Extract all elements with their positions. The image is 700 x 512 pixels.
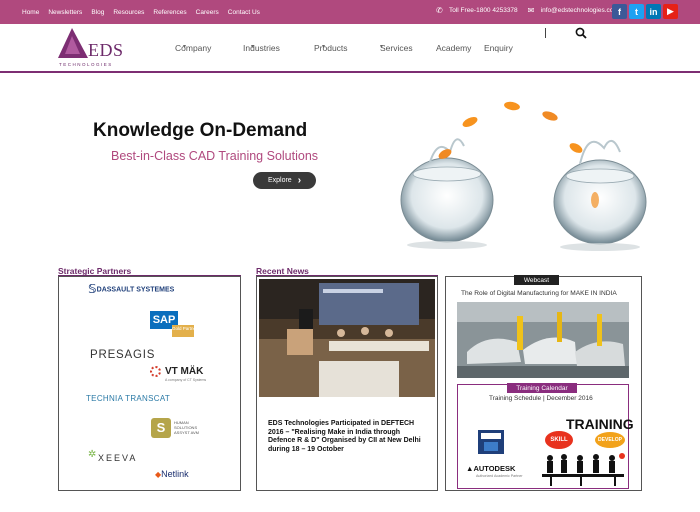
search-icon[interactable] — [575, 27, 587, 39]
partner-logo-xeeva[interactable]: ✲ XEEVA — [88, 449, 148, 467]
partner-logo-presagis[interactable]: PRESAGIS — [90, 349, 155, 361]
develop-bubble: DEVELOP — [595, 432, 625, 448]
facebook-icon[interactable]: f — [612, 4, 627, 19]
partner-logo-dassault[interactable]: 𝕊DASSAULT SYSTEMES — [88, 283, 174, 295]
chevron-right-icon: › — [297, 175, 302, 186]
twitter-icon[interactable]: t — [629, 4, 644, 19]
news-photo[interactable] — [259, 279, 435, 397]
top-link-careers[interactable]: Careers — [196, 9, 219, 16]
email-address[interactable]: info@edstechnologies.com — [541, 7, 619, 14]
contact-info: ✆ Toll Free-1800 4253378 ✉ info@edstechn… — [436, 6, 619, 15]
top-bar: Home Newsletters Blog Resources Referenc… — [0, 0, 700, 24]
mail-icon: ✉ — [527, 6, 535, 15]
news-headline[interactable]: EDS Technologies Participated in DEFTECH… — [268, 420, 428, 454]
phone-number[interactable]: Toll Free-1800 4253378 — [449, 7, 518, 14]
autodesk-subtitle: Authorized Academic Partner — [476, 474, 523, 478]
hero-subtitle: Best-in-Class CAD Training Solutions — [111, 149, 319, 163]
partner-logo-vtmak[interactable]: VT MÄK A company of CT Systems — [150, 366, 210, 386]
chevron-down-icon: ▾ — [183, 44, 187, 50]
nav-item-enquiry[interactable]: Enquiry — [484, 43, 513, 53]
top-link-blog[interactable]: Blog — [91, 9, 104, 16]
certification-badge-icon — [478, 430, 504, 454]
partner-logo-technia[interactable]: TECHNIA TRANSCAT — [86, 394, 170, 403]
training-word: TRAINING — [566, 416, 634, 432]
people-illustration — [540, 450, 627, 486]
explore-button[interactable]: Explore › — [253, 172, 316, 189]
nav-item-academy[interactable]: Academy — [436, 43, 471, 53]
autodesk-logo[interactable]: ▲AUTODESK — [466, 464, 515, 473]
webcast-title[interactable]: The Role of Digital Manufacturing for MA… — [461, 290, 617, 297]
human-solutions-icon: S — [151, 418, 171, 438]
top-link-newsletters[interactable]: Newsletters — [48, 9, 82, 16]
top-link-resources[interactable]: Resources — [113, 9, 144, 16]
training-graphic: TRAINING SKILL DEVELOP — [540, 410, 634, 487]
phone-icon: ✆ — [436, 6, 443, 15]
webcast-badge: Webcast — [514, 275, 559, 285]
youtube-icon[interactable]: ▶ — [663, 4, 678, 19]
xeeva-icon: ✲ — [88, 449, 97, 460]
nav-separator — [545, 28, 546, 38]
top-link-contact-us[interactable]: Contact Us — [228, 9, 260, 16]
partner-logo-sap[interactable]: SAP Gold Partner — [150, 311, 198, 337]
top-link-references[interactable]: References — [153, 9, 186, 16]
social-links: f t in ▶ — [612, 4, 678, 19]
logo-name[interactable]: EDS — [88, 40, 124, 61]
top-links: Home Newsletters Blog Resources Referenc… — [22, 9, 269, 16]
hero-title: Knowledge On-Demand — [93, 120, 308, 141]
chevron-down-icon: ▾ — [322, 44, 326, 50]
webcast-factory-photo[interactable] — [457, 302, 629, 378]
nav-divider — [0, 71, 700, 73]
partner-logo-netlink[interactable]: ◆Netlink — [155, 469, 189, 479]
chevron-down-icon: ▾ — [251, 44, 255, 50]
vtmak-icon — [150, 366, 161, 377]
logo-subtitle: TECHNOLOGIES — [59, 62, 113, 67]
linkedin-icon[interactable]: in — [646, 4, 661, 19]
chevron-down-icon: ▾ — [380, 44, 384, 50]
explore-label: Explore — [267, 177, 292, 184]
fishbowl-illustration — [400, 101, 647, 251]
top-link-home[interactable]: Home — [22, 9, 39, 16]
training-schedule[interactable]: Training Schedule | December 2016 — [489, 395, 593, 402]
partner-logo-human-solutions[interactable]: S HUMAN SOLUTIONS ASSYST AVM — [151, 418, 211, 440]
skill-bubble: SKILL — [545, 431, 573, 449]
